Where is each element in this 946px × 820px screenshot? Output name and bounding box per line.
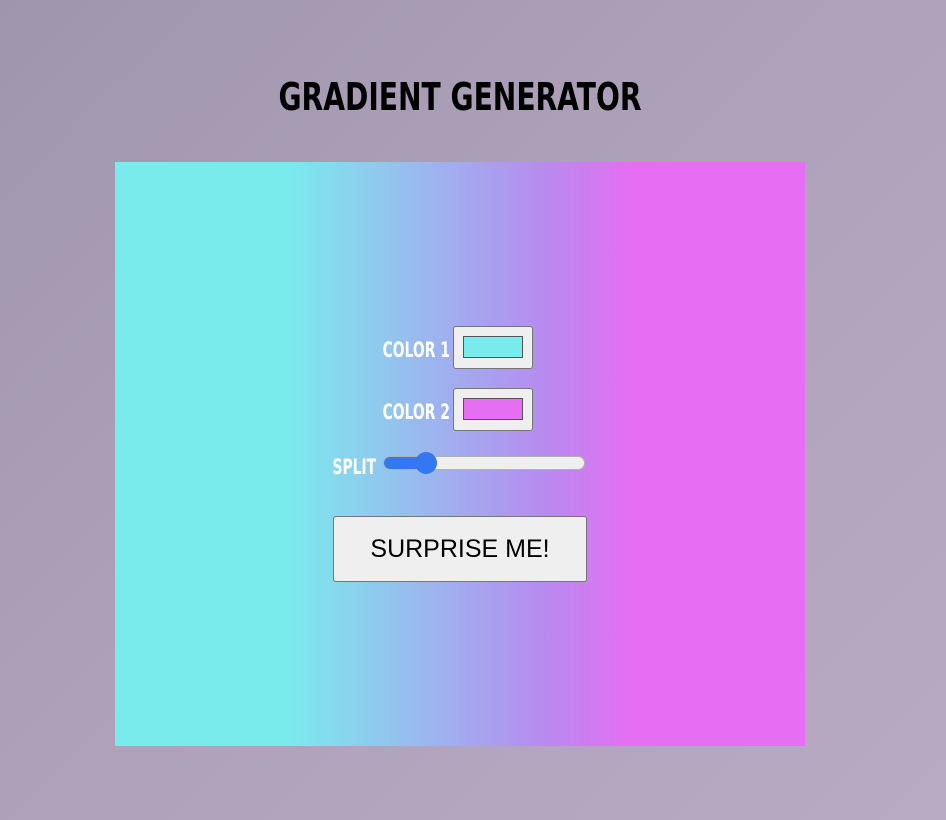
color-1-picker[interactable] bbox=[453, 326, 533, 369]
color-2-label: COLOR 2 bbox=[382, 400, 450, 424]
split-slider-track[interactable] bbox=[383, 456, 585, 470]
split-slider-thumb-icon[interactable] bbox=[415, 452, 438, 474]
color-1-label: COLOR 1 bbox=[382, 338, 450, 362]
page-title: GRADIENT GENERATOR bbox=[278, 75, 642, 119]
surprise-me-button[interactable]: SURPRISE ME! bbox=[333, 516, 587, 582]
color-2-swatch-icon bbox=[463, 398, 523, 420]
color-1-swatch-icon bbox=[463, 336, 523, 358]
color-2-picker[interactable] bbox=[453, 388, 533, 431]
split-slider[interactable] bbox=[383, 452, 585, 474]
split-label: SPLIT bbox=[332, 455, 376, 479]
